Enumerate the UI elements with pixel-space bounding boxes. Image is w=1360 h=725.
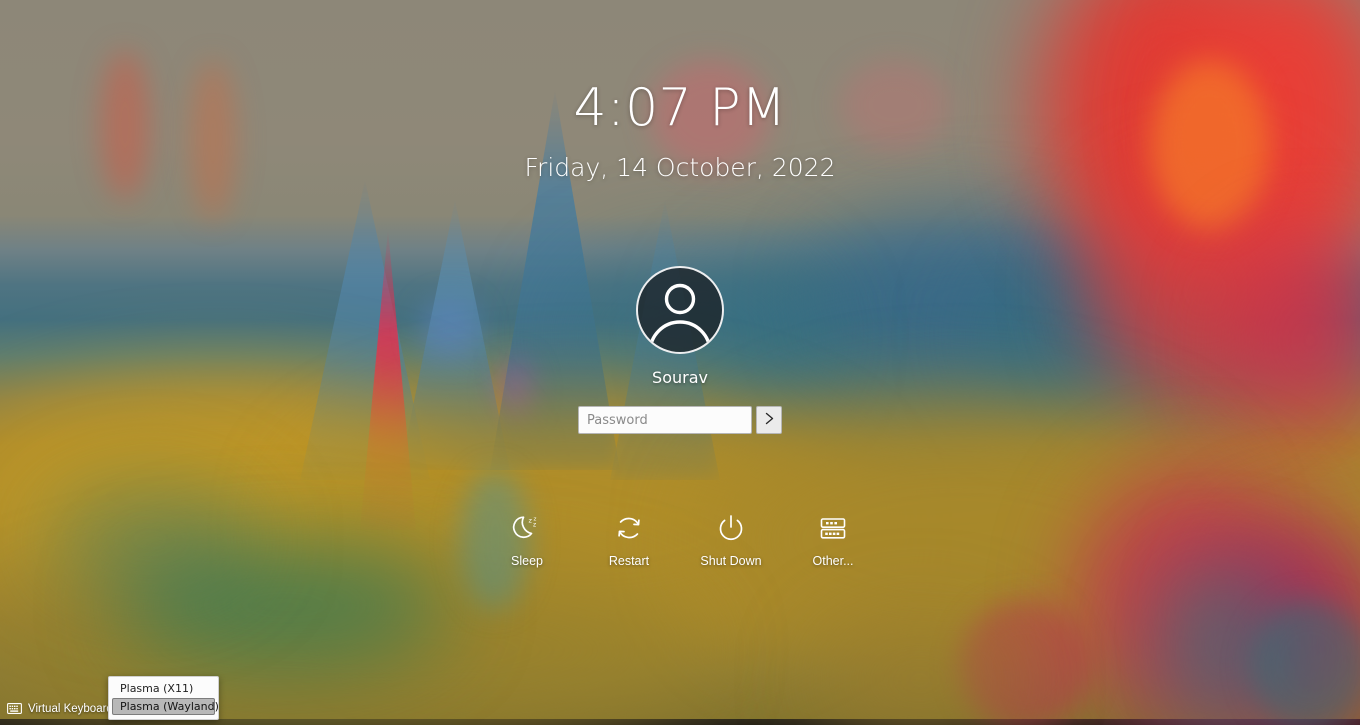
- chevron-right-icon: [764, 412, 775, 428]
- sleep-label: Sleep: [511, 554, 543, 568]
- shutdown-button[interactable]: Shut Down: [695, 508, 767, 568]
- other-button[interactable]: Other...: [797, 508, 869, 568]
- session-option-wayland[interactable]: Plasma (Wayland): [112, 698, 219, 715]
- user-avatar-icon[interactable]: [636, 266, 724, 354]
- svg-text:z: z: [529, 517, 533, 525]
- user-name: Sourav: [652, 368, 708, 387]
- virtual-keyboard-label: Virtual Keyboard: [28, 703, 113, 715]
- clock-date: Friday, 14 October, 2022: [524, 153, 836, 182]
- actions-row: z z z Sleep Restart Shut Down Other...: [0, 508, 1360, 568]
- clock-block: 4:07 PM Friday, 14 October, 2022: [0, 78, 1360, 184]
- switch-user-list-icon: [813, 508, 853, 548]
- password-row: [0, 406, 1360, 434]
- virtual-keyboard-button[interactable]: Virtual Keyboard: [4, 701, 116, 718]
- submit-button[interactable]: [756, 406, 782, 434]
- session-dropdown-popup[interactable]: Plasma (X11) Plasma (Wayland): [108, 676, 219, 720]
- shutdown-label: Shut Down: [700, 554, 762, 568]
- other-label: Other...: [812, 554, 854, 568]
- session-option-label: Plasma (Wayland): [120, 700, 219, 713]
- restart-circular-arrow-icon: [609, 508, 649, 548]
- moon-zzz-icon: z z z: [507, 508, 547, 548]
- restart-label: Restart: [608, 554, 650, 568]
- power-icon: [711, 508, 751, 548]
- restart-button[interactable]: Restart: [593, 508, 665, 568]
- lock-screen: 4:07 PM Friday, 14 October, 2022 Sourav: [0, 0, 1360, 725]
- clock-time: 4:07 PM: [573, 78, 787, 138]
- user-block: Sourav: [0, 266, 1360, 387]
- svg-text:z: z: [533, 522, 536, 529]
- sleep-button[interactable]: z z z Sleep: [491, 508, 563, 568]
- session-option-x11[interactable]: Plasma (X11): [112, 680, 215, 697]
- password-input[interactable]: [578, 406, 752, 434]
- session-option-label: Plasma (X11): [120, 682, 194, 695]
- keyboard-icon: [7, 702, 22, 717]
